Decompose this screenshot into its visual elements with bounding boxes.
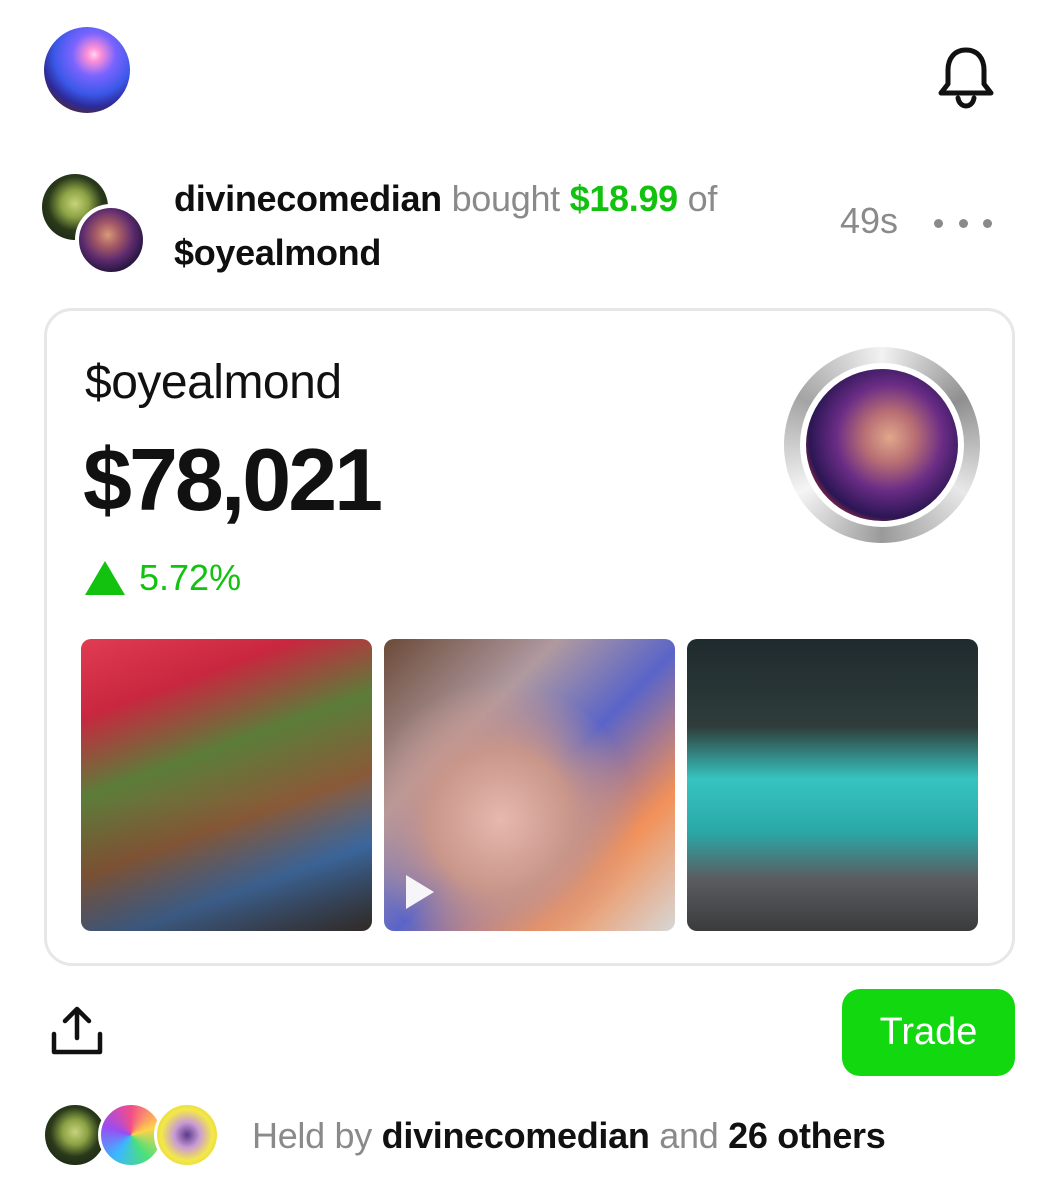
more-horizontal-icon[interactable] bbox=[934, 203, 992, 243]
activity-coin[interactable]: $oyealmond bbox=[174, 226, 814, 280]
activity-timestamp: 49s bbox=[840, 200, 899, 241]
activity-avatars[interactable] bbox=[42, 174, 152, 276]
held-by-text[interactable]: Held by divinecomedian and 26 others bbox=[252, 1112, 886, 1160]
trade-button[interactable]: Trade bbox=[842, 989, 1015, 1076]
more-dot bbox=[934, 218, 943, 228]
avatar-ring bbox=[800, 363, 964, 527]
coin-profile-avatar[interactable] bbox=[784, 347, 980, 543]
coin-change-value: 5.72% bbox=[139, 557, 242, 598]
coin-name: $oyealmond bbox=[85, 356, 342, 409]
coin-change: 5.72% bbox=[85, 557, 241, 599]
activity-text: divinecomedian bought $18.99 of $oyealmo… bbox=[174, 172, 814, 280]
coin-market-value: $78,021 bbox=[83, 430, 383, 529]
holder-avatar[interactable] bbox=[154, 1102, 220, 1168]
avatar-photo bbox=[806, 369, 958, 521]
play-icon[interactable] bbox=[406, 875, 434, 909]
media-thumbnail-1[interactable] bbox=[81, 639, 372, 931]
more-dot bbox=[983, 218, 992, 228]
triangle-up-icon bbox=[85, 561, 125, 595]
media-thumbnail-3[interactable] bbox=[687, 639, 978, 931]
holder-avatars[interactable] bbox=[42, 1102, 232, 1168]
coin-card[interactable]: $oyealmond $78,021 5.72% bbox=[44, 308, 1015, 966]
activity-username[interactable]: divinecomedian bbox=[174, 178, 442, 219]
app-logo-orb[interactable] bbox=[44, 27, 130, 113]
more-dot bbox=[958, 218, 968, 228]
held-by-prefix: Held by bbox=[252, 1115, 372, 1156]
held-by-others[interactable]: 26 others bbox=[728, 1115, 886, 1156]
media-thumbnail-2[interactable] bbox=[384, 639, 675, 931]
activity-preposition: of bbox=[687, 178, 718, 219]
activity-verb: bought bbox=[451, 178, 561, 219]
media-gallery bbox=[81, 639, 981, 931]
held-by-conjunction: and bbox=[659, 1115, 719, 1156]
held-by-username[interactable]: divinecomedian bbox=[382, 1115, 650, 1156]
share-icon[interactable] bbox=[48, 1002, 106, 1060]
coin-avatar[interactable] bbox=[75, 204, 147, 276]
bell-icon[interactable] bbox=[930, 40, 1002, 112]
activity-amount: $18.99 bbox=[569, 178, 679, 219]
